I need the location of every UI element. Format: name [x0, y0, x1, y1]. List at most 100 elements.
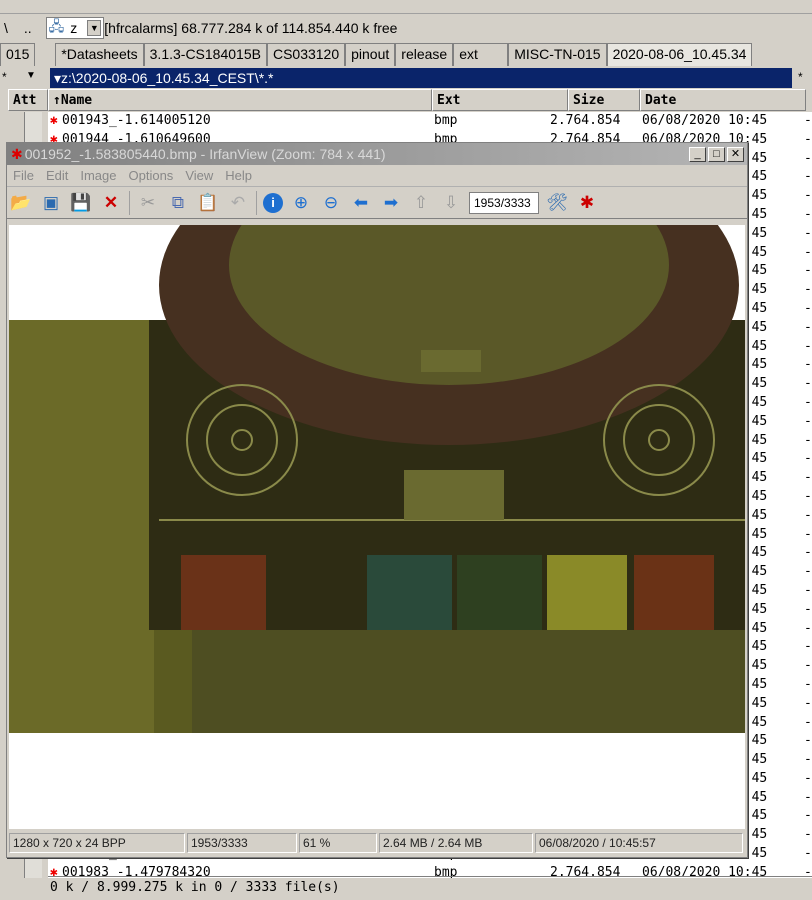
file-attr: - — [804, 244, 812, 260]
menu-image[interactable]: Image — [80, 168, 116, 183]
file-size: 2.764.854 — [550, 113, 621, 128]
parent-button[interactable]: .. — [24, 20, 32, 36]
file-attr: - — [804, 770, 812, 786]
file-attr: - — [804, 225, 812, 241]
file-attr: - — [804, 394, 812, 410]
status-dimensions: 1280 x 720 x 24 BPP — [9, 833, 185, 853]
copy-icon[interactable]: ⧉ — [166, 192, 190, 214]
file-attr: - — [804, 827, 812, 843]
save-icon[interactable]: 💾 — [69, 192, 93, 214]
file-attr: - — [804, 131, 812, 147]
status-date: 06/08/2020 / 10:45:57 — [535, 833, 743, 853]
zoom-in-icon[interactable]: ⊕ — [289, 192, 313, 214]
previous-icon[interactable]: ⬅ — [349, 192, 373, 214]
tab-left[interactable]: 015 — [0, 43, 36, 66]
tab-datasheets[interactable]: *Datasheets — [55, 43, 144, 66]
file-attr: - — [804, 582, 812, 598]
file-row[interactable]: ✱ 001943_-1.614005120 bmp 2.764.854 06/08/20… — [48, 112, 812, 131]
thumbnails-icon[interactable]: ▣ — [39, 192, 63, 214]
minimize-button[interactable]: _ — [689, 146, 706, 162]
info-icon[interactable]: i — [263, 192, 283, 213]
column-date[interactable]: Date — [640, 89, 806, 111]
window-title: 001952_-1.583805440.bmp - IrfanView (Zoo… — [24, 146, 386, 162]
left-filter-chevron-icon[interactable]: ▼ — [26, 70, 36, 81]
column-size[interactable]: Size — [568, 89, 640, 111]
toolbar-separator — [256, 190, 257, 215]
image-view[interactable] — [9, 125, 745, 829]
file-name: 001943_-1.614005120 — [62, 113, 211, 128]
file-attr: - — [804, 658, 812, 674]
root-button[interactable]: \ — [4, 20, 8, 36]
file-attr: - — [804, 432, 812, 448]
file-attr: - — [804, 338, 812, 354]
file-attr: - — [804, 413, 812, 429]
first-icon[interactable]: ⇧ — [409, 192, 433, 214]
path-bar[interactable]: ▾z:\2020-08-06_10.45.34_CEST\*.* — [50, 68, 792, 88]
file-attr: - — [804, 639, 812, 655]
irfanview-statusbar: 1280 x 720 x 24 BPP 1953/3333 61 % 2.64 … — [9, 833, 745, 855]
menu-options[interactable]: Options — [129, 168, 174, 183]
tab-ext[interactable]: ext — [453, 43, 509, 66]
next-icon[interactable]: ➡ — [379, 192, 403, 214]
drive-select[interactable]: 🖧 z ▼ — [45, 17, 105, 39]
file-attr: - — [804, 526, 812, 542]
irfanview-logo-icon: ✱ — [11, 145, 23, 162]
file-attr: - — [804, 188, 812, 204]
page-field[interactable]: 1953/3333 — [469, 191, 539, 214]
menu-view[interactable]: View — [185, 168, 213, 183]
status-size: 2.64 MB / 2.64 MB — [379, 833, 533, 853]
delete-icon[interactable]: ✕ — [99, 192, 123, 214]
tab-release[interactable]: release — [395, 43, 454, 66]
chevron-down-icon[interactable]: ▼ — [87, 20, 102, 36]
open-icon[interactable]: 📂 — [9, 192, 33, 214]
file-attr: - — [804, 451, 812, 467]
file-attr: - — [804, 150, 812, 166]
menu-edit[interactable]: Edit — [46, 168, 68, 183]
file-attr: - — [804, 601, 812, 617]
irfanview-titlebar[interactable]: ✱ 001952_-1.583805440.bmp - IrfanView (Z… — [7, 143, 747, 165]
close-button[interactable]: ✕ — [727, 146, 744, 162]
column-name[interactable]: ↑Name — [48, 89, 432, 111]
file-attr: - — [804, 620, 812, 636]
file-attr: - — [804, 733, 812, 749]
paste-icon[interactable]: 📋 — [196, 192, 220, 214]
file-attr: - — [804, 564, 812, 580]
right-filter-star[interactable]: * — [798, 70, 803, 84]
network-drive-icon: 🖧 — [48, 18, 65, 34]
column-ext[interactable]: Ext — [432, 89, 568, 111]
file-attr: - — [804, 206, 812, 222]
status-zoom: 61 % — [299, 833, 377, 853]
menu-help[interactable]: Help — [225, 168, 252, 183]
file-attr: - — [804, 488, 812, 504]
maximize-button[interactable]: □ — [708, 146, 725, 162]
file-ext: bmp — [434, 113, 458, 128]
file-date: 06/08/2020 10:45 — [642, 113, 768, 128]
file-attr: - — [804, 282, 812, 298]
file-attr: - — [804, 695, 812, 711]
file-attr: - — [804, 113, 812, 128]
tab-2020-08-06[interactable]: 2020-08-06_10.45.34 — [606, 43, 753, 66]
file-attr: - — [804, 846, 812, 862]
last-icon[interactable]: ⇩ — [439, 192, 463, 214]
irfanview-logo-icon[interactable]: ✱ — [575, 192, 599, 214]
left-attr-header[interactable]: Att — [8, 89, 48, 111]
menu-file[interactable]: File — [13, 168, 34, 183]
file-attr: - — [804, 263, 812, 279]
file-attr: - — [804, 319, 812, 335]
file-attr: - — [804, 507, 812, 523]
cut-icon[interactable]: ✂ — [136, 192, 160, 214]
zoom-out-icon[interactable]: ⊖ — [319, 192, 343, 214]
file-attr: - — [804, 714, 812, 730]
status-page: 1953/3333 — [187, 833, 297, 853]
settings-icon[interactable]: 🛠 — [545, 192, 569, 214]
undo-icon[interactable]: ↶ — [226, 192, 250, 214]
file-attr: - — [804, 300, 812, 316]
left-filter-star[interactable]: * — [2, 70, 7, 84]
tab-pinout[interactable]: pinout — [345, 43, 396, 66]
tab-cs184015b[interactable]: 3.1.3-CS184015B — [143, 43, 267, 66]
tab-misc[interactable]: MISC-TN-015 — [508, 43, 607, 66]
file-attr: - — [804, 376, 812, 392]
tab-cs033120[interactable]: CS033120 — [266, 43, 346, 66]
bmp-file-icon: ✱ — [50, 113, 58, 128]
commander-status: 0 k / 8.999.275 k in 0 / 3333 file(s) — [48, 876, 812, 900]
